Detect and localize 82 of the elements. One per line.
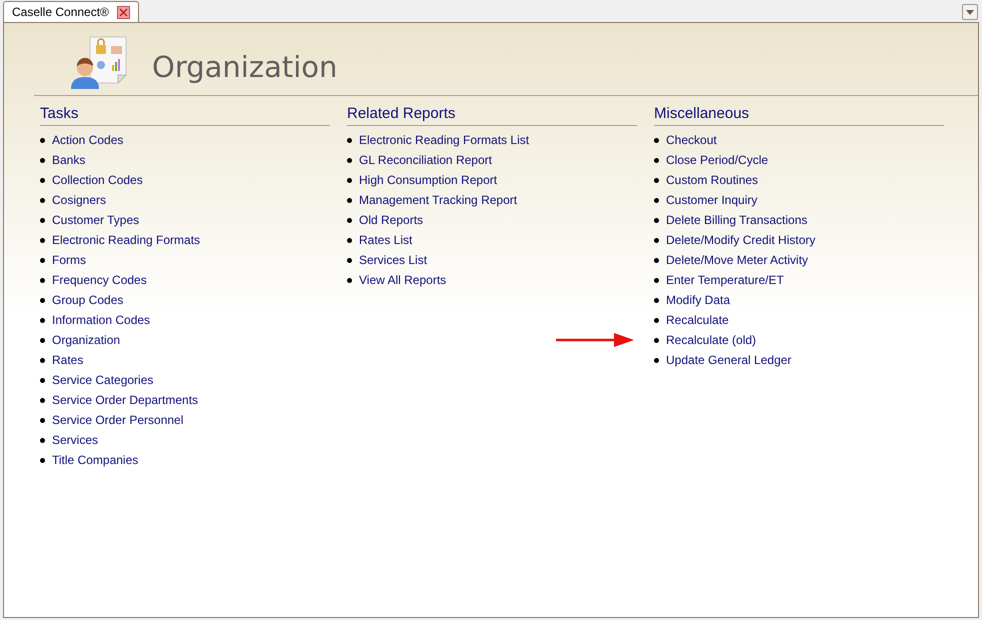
bullet-icon <box>40 138 45 142</box>
menu-link[interactable]: Delete/Move Meter Activity <box>666 251 808 269</box>
bullet-icon <box>40 178 45 182</box>
menu-link[interactable]: Customer Types <box>52 211 140 229</box>
menu-link[interactable]: Collection Codes <box>52 171 143 189</box>
menu-link[interactable]: Delete Billing Transactions <box>666 211 808 229</box>
menu-link[interactable]: Modify Data <box>666 291 730 309</box>
bullet-icon <box>40 158 45 162</box>
menu-link[interactable]: Cosigners <box>52 191 106 209</box>
bullet-icon <box>347 258 352 262</box>
section-heading: Miscellaneous <box>654 104 944 126</box>
menu-link[interactable]: Services <box>52 431 98 449</box>
menu-link[interactable]: GL Reconciliation Report <box>359 151 492 169</box>
menu-link[interactable]: Frequency Codes <box>52 271 147 289</box>
bullet-icon <box>654 318 659 322</box>
menu-link[interactable]: Electronic Reading Formats List <box>359 131 530 149</box>
menu-link[interactable]: Recalculate (old) <box>666 331 756 349</box>
bullet-icon <box>347 158 352 162</box>
menu-link[interactable]: Service Categories <box>52 371 154 389</box>
bullet-icon <box>654 218 659 222</box>
menu-link[interactable]: Delete/Modify Credit History <box>666 231 816 249</box>
menu-link[interactable]: Update General Ledger <box>666 351 792 369</box>
menu-link[interactable]: Checkout <box>666 131 717 149</box>
bullet-icon <box>40 338 45 342</box>
menu-link[interactable]: Management Tracking Report <box>359 191 518 209</box>
bullet-icon <box>654 198 659 202</box>
bullet-icon <box>654 278 659 282</box>
menu-link[interactable]: Custom Routines <box>666 171 758 189</box>
bullet-icon <box>654 178 659 182</box>
bullet-icon <box>40 458 45 462</box>
bullet-icon <box>347 198 352 202</box>
menu-link[interactable]: Forms <box>52 251 86 269</box>
menu-link[interactable]: Recalculate <box>666 311 729 329</box>
menu-link[interactable]: High Consumption Report <box>359 171 498 189</box>
bullet-icon <box>40 418 45 422</box>
menu-link[interactable]: Organization <box>52 331 120 349</box>
bullet-icon <box>654 338 659 342</box>
bullet-icon <box>40 238 45 242</box>
menu-link[interactable]: View All Reports <box>359 271 446 289</box>
bullet-icon <box>654 358 659 362</box>
bullet-icon <box>347 138 352 142</box>
bullet-icon <box>40 358 45 362</box>
bullet-icon <box>654 258 659 262</box>
bullet-icon <box>347 218 352 222</box>
menu-link[interactable]: Rates <box>52 351 84 369</box>
menu-link[interactable]: Service Order Departments <box>52 391 198 409</box>
page-title: Organization <box>152 48 338 86</box>
section-heading: Related Reports <box>347 104 637 126</box>
dropdown-button[interactable] <box>962 4 978 20</box>
close-icon[interactable] <box>116 6 130 18</box>
bullet-icon <box>40 438 45 442</box>
menu-link[interactable]: Customer Inquiry <box>666 191 758 209</box>
bullet-icon <box>40 398 45 402</box>
bullet-icon <box>654 298 659 302</box>
menu-link[interactable]: Service Order Personnel <box>52 411 184 429</box>
bullet-icon <box>347 178 352 182</box>
caret-icon <box>966 10 974 14</box>
bullet-icon <box>654 158 659 162</box>
menu-link[interactable]: Enter Temperature/ET <box>666 271 784 289</box>
bullet-icon <box>40 198 45 202</box>
menu-link[interactable]: Close Period/Cycle <box>666 151 768 169</box>
bullet-icon <box>40 258 45 262</box>
menu-link[interactable]: Title Companies <box>52 451 138 469</box>
menu-link[interactable]: Information Codes <box>52 311 150 329</box>
bullet-icon <box>654 238 659 242</box>
bullet-icon <box>40 298 45 302</box>
menu-link[interactable]: Services List <box>359 251 428 269</box>
bullet-icon <box>40 378 45 382</box>
menu-link[interactable]: Group Codes <box>52 291 124 309</box>
bullet-icon <box>347 238 352 242</box>
bullet-icon <box>40 218 45 222</box>
menu-link[interactable]: Action Codes <box>52 131 124 149</box>
menu-link[interactable]: Rates List <box>359 231 412 249</box>
document-tab[interactable]: Caselle Connect® <box>3 1 139 22</box>
section-heading: Tasks <box>40 104 330 126</box>
menu-link[interactable]: Banks <box>52 151 86 169</box>
bullet-icon <box>40 318 45 322</box>
bullet-icon <box>654 138 659 142</box>
bullet-icon <box>40 278 45 282</box>
menu-link[interactable]: Electronic Reading Formats <box>52 231 200 249</box>
menu-link[interactable]: Old Reports <box>359 211 424 229</box>
bullet-icon <box>347 278 352 282</box>
